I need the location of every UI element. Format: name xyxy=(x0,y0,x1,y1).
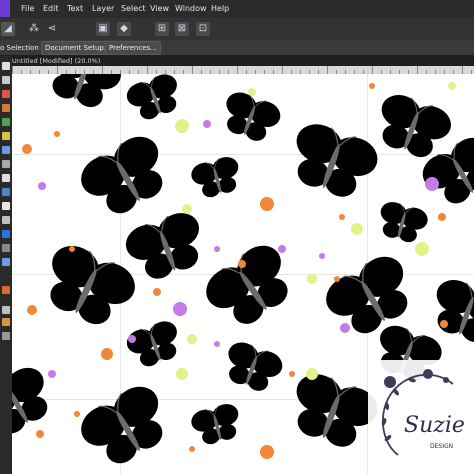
brush-tool-icon[interactable] xyxy=(2,90,10,98)
ruler-tick xyxy=(102,66,103,74)
layer-icon[interactable]: ▣ xyxy=(96,22,110,36)
ruler-tick xyxy=(327,66,328,74)
preferences-button[interactable]: Preferences... xyxy=(105,41,161,55)
rectangle-tool-icon[interactable] xyxy=(2,174,10,182)
menu-layer[interactable]: Layer xyxy=(92,4,114,13)
ruler-tick xyxy=(237,66,238,74)
ellipse-tool-icon[interactable] xyxy=(2,230,10,238)
context-toolbar: o Selection Document Setup... Preference… xyxy=(0,40,474,55)
crop-icon[interactable]: ⊡ xyxy=(196,22,210,36)
tools-panel xyxy=(0,56,12,474)
gradient-tool-icon[interactable] xyxy=(2,132,10,140)
ruler-tick xyxy=(372,66,373,74)
pencil-tool-icon[interactable] xyxy=(2,104,10,112)
document-tab[interactable]: Untitled [Modified] (20.0%) xyxy=(12,56,100,66)
ruler-tick xyxy=(147,66,148,74)
ruler-tick xyxy=(417,66,418,74)
no-selection-label: o Selection xyxy=(0,44,39,52)
node-tool-icon[interactable] xyxy=(2,76,10,84)
ruler-tick xyxy=(57,66,58,74)
fill-tool-icon[interactable] xyxy=(2,118,10,126)
move-tool-icon[interactable] xyxy=(2,62,10,70)
shape-tool-icon[interactable] xyxy=(2,188,10,196)
pen-tool-icon[interactable] xyxy=(2,286,10,294)
frame-text-tool-icon[interactable] xyxy=(2,216,10,224)
grid-icon[interactable]: ⁂ xyxy=(27,22,41,36)
corner-tool-icon[interactable] xyxy=(2,306,10,314)
watermark-brand-text: Suzie xyxy=(404,413,465,438)
ruler-tick xyxy=(192,66,193,74)
color-picker-tool-icon[interactable] xyxy=(2,258,10,266)
app-logo-icon[interactable] xyxy=(0,0,10,17)
canvas[interactable]: .purple .w1{fill:#a24ad2;} .purple .w2{f… xyxy=(12,74,474,474)
ruler-tick xyxy=(282,66,283,74)
hand-tool-icon[interactable] xyxy=(2,318,10,326)
main-toolbar: ◢ ⁂ ⋖ ▣ ◆ ⊞ ⊠ ⊡ xyxy=(0,18,474,40)
document-setup-button[interactable]: Document Setup... xyxy=(41,41,115,55)
ruler-tick xyxy=(12,66,13,74)
transparency-tool-icon[interactable] xyxy=(2,146,10,154)
transform-icon[interactable]: ⊞ xyxy=(155,22,169,36)
watermark-subtitle-text: DESIGN xyxy=(430,443,453,450)
horizontal-ruler xyxy=(12,66,474,74)
watermark-logo: Suzie DESIGN xyxy=(368,360,474,474)
menu-bar: File Edit Text Layer Select View Window … xyxy=(0,0,474,18)
zoom-tool-icon[interactable] xyxy=(2,332,10,340)
persona-icon[interactable]: ◢ xyxy=(1,22,15,36)
assistant-icon[interactable]: ◆ xyxy=(117,22,131,36)
menu-window[interactable]: Window xyxy=(175,4,207,13)
wreath-icon: Suzie DESIGN xyxy=(381,369,465,456)
crop-tool-icon[interactable] xyxy=(2,160,10,168)
menu-help[interactable]: Help xyxy=(211,4,229,13)
snap-icon[interactable]: ⊠ xyxy=(175,22,189,36)
menu-file[interactable]: File xyxy=(21,4,34,13)
menu-text[interactable]: Text xyxy=(67,4,83,13)
menu-view[interactable]: View xyxy=(150,4,169,13)
menu-edit[interactable]: Edit xyxy=(43,4,59,13)
ruler-tick xyxy=(462,66,463,74)
place-tool-icon[interactable] xyxy=(2,244,10,252)
share-icon[interactable]: ⋖ xyxy=(45,22,59,36)
artistic-text-tool-icon[interactable] xyxy=(2,202,10,210)
menu-select[interactable]: Select xyxy=(121,4,146,13)
